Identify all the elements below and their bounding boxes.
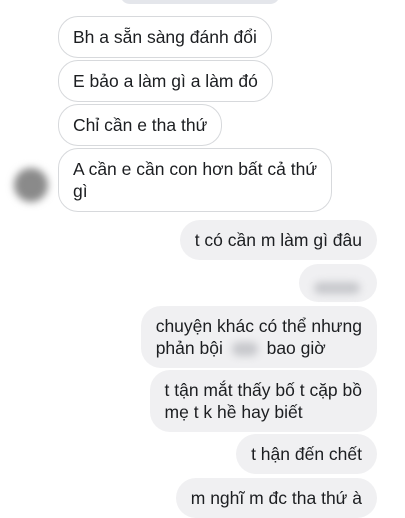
previous-messages-sliver <box>0 0 405 14</box>
outgoing-message-redacted[interactable] <box>299 264 377 302</box>
outgoing-message[interactable]: chuyện khác có thể nhưng phản bội bao gi… <box>140 306 377 368</box>
sender-avatar[interactable] <box>14 168 48 202</box>
incoming-message[interactable]: Chỉ cần e tha thứ <box>58 104 223 146</box>
incoming-message[interactable]: A cần e cần con hơn bất cả thứ gì <box>58 148 333 212</box>
outgoing-message[interactable]: t hận đến chết <box>236 434 377 474</box>
incoming-message[interactable]: E bảo a làm gì a làm đó <box>58 60 273 102</box>
outgoing-message[interactable]: m nghĩ m đc tha thứ à <box>175 478 377 518</box>
incoming-message[interactable]: Bh a sẵn sàng đánh đổi <box>58 16 272 58</box>
outgoing-message[interactable]: t có cần m làm gì đâu <box>179 220 377 260</box>
previous-bubble-edge <box>120 0 280 4</box>
outgoing-message[interactable]: t tận mắt thấy bố t cặp bồ mẹ t k hề hay… <box>149 370 377 432</box>
redacted-content <box>314 282 360 295</box>
redacted-word <box>231 342 258 357</box>
